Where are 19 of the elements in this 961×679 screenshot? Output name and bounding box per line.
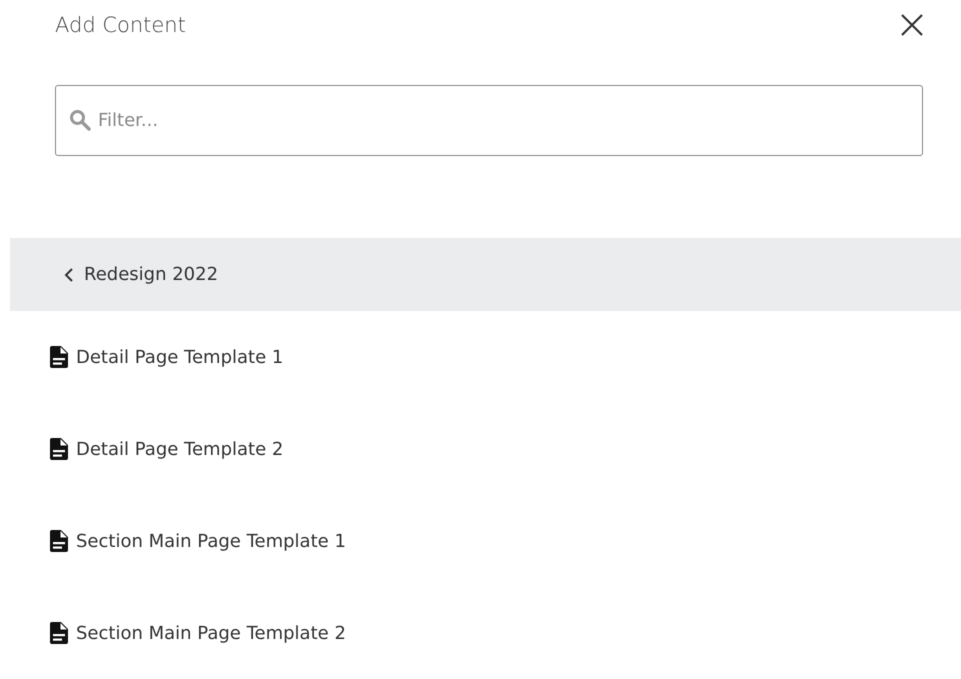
template-item[interactable]: Detail Page Template 1 (10, 311, 961, 403)
search-icon (69, 109, 91, 132)
breadcrumb-label: Redesign 2022 (84, 264, 218, 286)
panel-title: Add Content (55, 13, 186, 38)
template-label: Section Main Page Template 2 (76, 622, 346, 644)
template-item[interactable]: Detail Page Template 2 (10, 403, 961, 495)
document-icon (50, 438, 68, 460)
template-item[interactable]: Section Main Page Template 1 (10, 495, 961, 587)
document-icon (50, 622, 68, 644)
template-item[interactable]: Section Main Page Template 2 (10, 587, 961, 679)
back-breadcrumb[interactable]: Redesign 2022 (10, 238, 961, 311)
document-icon (50, 530, 68, 552)
template-label: Detail Page Template 2 (76, 438, 284, 460)
chevron-left-icon (64, 268, 74, 282)
template-label: Section Main Page Template 1 (76, 530, 346, 552)
template-label: Detail Page Template 1 (76, 346, 284, 368)
close-button[interactable] (899, 12, 925, 38)
filter-field[interactable]: Filter... (55, 85, 923, 156)
document-icon (50, 346, 68, 368)
